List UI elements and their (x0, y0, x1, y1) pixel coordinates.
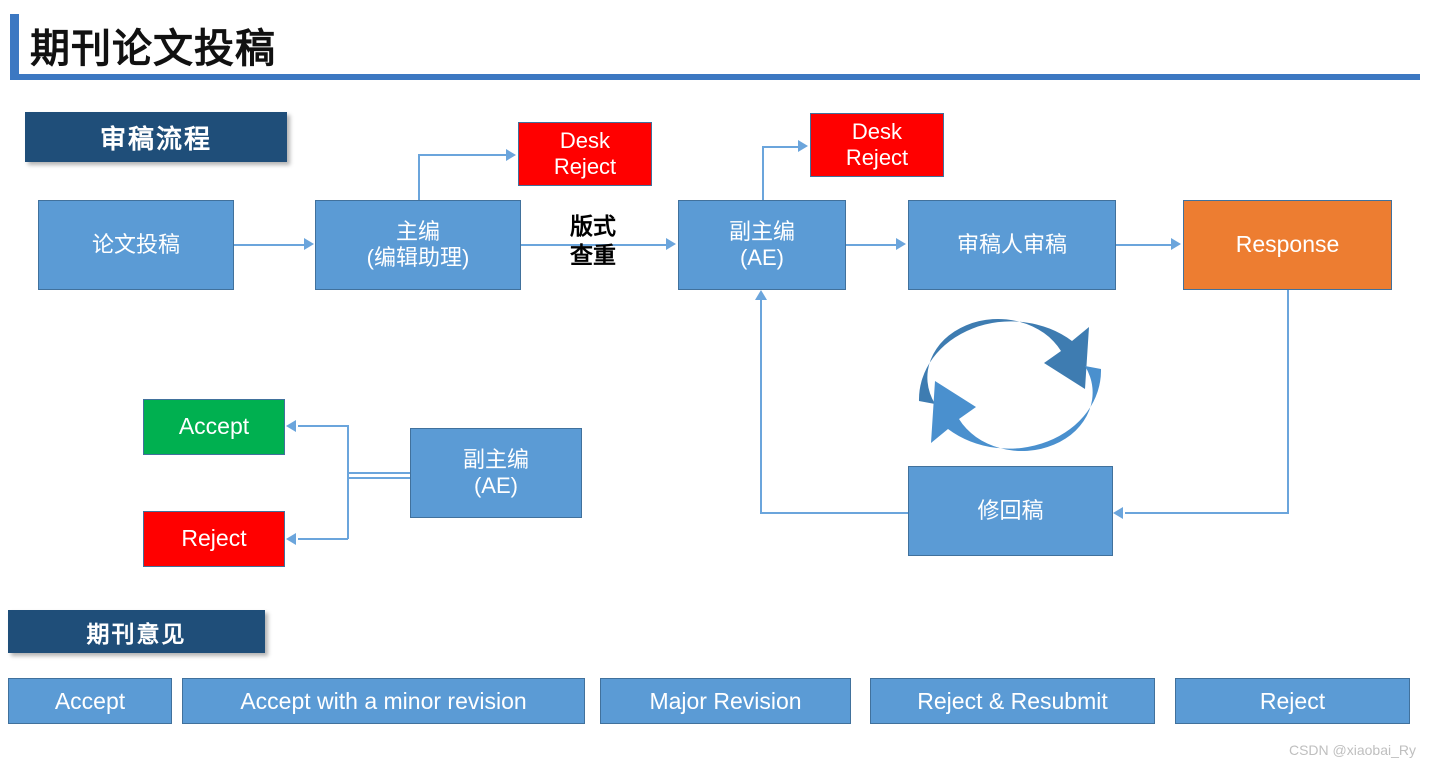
node-associate-editor[interactable]: 副主编 (AE) (678, 200, 846, 290)
opinion-option-reject[interactable]: Reject (1175, 678, 1410, 724)
connector-ae2-stem (347, 472, 411, 474)
watermark: CSDN @xiaobai_Ry (1288, 742, 1416, 758)
connector-ae2-branch-v (347, 425, 349, 539)
section-banner-journal-opinion: 期刊意见 (8, 610, 265, 653)
slide-canvas: 期刊论文投稿 审稿流程 论文投稿 主编 (编辑助理) Desk Reject 副… (0, 0, 1430, 769)
node-desk-reject-eic[interactable]: Desk Reject (518, 122, 652, 186)
connector-response-to-revised-v (1287, 290, 1289, 514)
arrowhead-review-to-response (1171, 238, 1181, 250)
edge-label-format-check: 版式 查重 (570, 213, 616, 268)
connector-ae-to-desk-reject-h (762, 146, 798, 148)
connector-revised-to-ae-v (760, 300, 762, 513)
opinion-option-accept-minor-revision[interactable]: Accept with a minor revision (182, 678, 585, 724)
connector-submit-to-eic (234, 244, 304, 246)
arrowhead-eic-to-ae (666, 238, 676, 250)
node-reviewer-review[interactable]: 审稿人审稿 (908, 200, 1116, 290)
connector-ae2-to-reject (298, 538, 348, 540)
connector-ae-to-review (846, 244, 896, 246)
node-desk-reject-ae[interactable]: Desk Reject (810, 113, 944, 177)
connector-review-to-response (1116, 244, 1171, 246)
opinion-option-reject-resubmit[interactable]: Reject & Resubmit (870, 678, 1155, 724)
revision-cycle-icon (905, 305, 1115, 465)
connector-eic-to-desk-reject-h (418, 154, 506, 156)
page-title: 期刊论文投稿 (30, 27, 276, 71)
connector-revised-to-ae-h (760, 512, 910, 514)
connector-response-to-revised-h (1125, 512, 1288, 514)
connector-eic-to-desk-reject-v (418, 156, 420, 201)
arrowhead-ae-to-desk-reject (798, 140, 808, 152)
opinion-option-major-revision[interactable]: Major Revision (600, 678, 851, 724)
arrowhead-eic-to-desk-reject (506, 149, 516, 161)
node-accept[interactable]: Accept (143, 399, 285, 455)
connector-ae2-stem-2 (347, 477, 411, 479)
opinion-option-accept[interactable]: Accept (8, 678, 172, 724)
node-reject[interactable]: Reject (143, 511, 285, 567)
node-associate-editor-decision[interactable]: 副主编 (AE) (410, 428, 582, 518)
node-revised-manuscript[interactable]: 修回稿 (908, 466, 1113, 556)
connector-ae-to-desk-reject-v (762, 148, 764, 202)
arrowhead-ae2-to-reject (286, 533, 296, 545)
section-banner-review-flow: 审稿流程 (25, 112, 287, 162)
node-response[interactable]: Response (1183, 200, 1392, 290)
node-paper-submission[interactable]: 论文投稿 (38, 200, 234, 290)
arrowhead-ae2-to-accept (286, 420, 296, 432)
arrowhead-response-to-revised (1113, 507, 1123, 519)
arrowhead-submit-to-eic (304, 238, 314, 250)
connector-ae2-to-accept (298, 425, 348, 427)
arrowhead-ae-to-review (896, 238, 906, 250)
node-editor-in-chief[interactable]: 主编 (编辑助理) (315, 200, 521, 290)
arrowhead-revised-to-ae (755, 290, 767, 300)
